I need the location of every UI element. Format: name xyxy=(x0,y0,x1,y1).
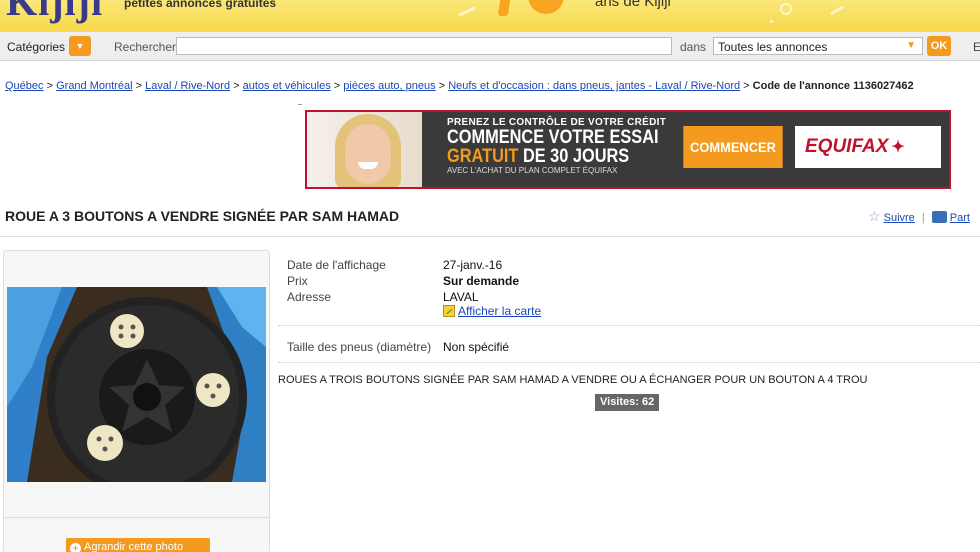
breadcrumb-separator: > xyxy=(46,80,54,92)
tire-size-value: Non spécifié xyxy=(443,340,510,354)
header-decoration xyxy=(458,6,476,17)
price-value: Sur demande xyxy=(443,274,520,288)
search-input[interactable] xyxy=(176,37,672,55)
divider xyxy=(278,325,980,326)
show-map-link[interactable]: Afficher la carte xyxy=(443,304,541,318)
ad-highlight: GRATUIT xyxy=(447,146,519,167)
chevron-down-icon: ▼ xyxy=(75,41,85,51)
tire-size-label: Taille des pneus (diamètre) xyxy=(287,340,432,354)
search-submit-button[interactable]: OK xyxy=(927,36,951,56)
listing-description: ROUES A TROIS BOUTONS SIGNÉE PAR SAM HAM… xyxy=(278,374,868,386)
header-decoration xyxy=(770,20,773,23)
breadcrumb: Québec > Grand Montréal > Laval / Rive-N… xyxy=(5,80,914,92)
header-decoration xyxy=(497,0,513,16)
ad-brand-name: EQUIFAX xyxy=(805,136,889,157)
maple-leaf-icon: ✦ xyxy=(891,139,905,156)
scope-value: Toutes les annonces xyxy=(718,40,828,54)
breadcrumb-separator: > xyxy=(233,80,240,92)
chevron-down-icon: ▼ xyxy=(906,40,916,51)
show-map-label[interactable]: Afficher la carte xyxy=(458,304,541,318)
search-label: Rechercher xyxy=(114,40,177,54)
header-decoration xyxy=(780,3,792,15)
divider: | xyxy=(921,212,925,224)
ad-headline: COMMENCE VOTRE ESSAI xyxy=(447,127,659,148)
share-icon[interactable] xyxy=(931,211,947,223)
extra-nav-item[interactable]: E xyxy=(973,40,980,54)
ad-headline-rest: DE 30 JOURS xyxy=(518,146,630,167)
header-decoration xyxy=(528,0,564,14)
star-icon[interactable]: ☆ xyxy=(868,208,881,224)
divider xyxy=(278,362,980,363)
breadcrumb-separator: > xyxy=(135,80,143,92)
address-value: LAVAL xyxy=(443,290,479,304)
map-icon xyxy=(443,305,455,317)
in-label: dans xyxy=(680,40,707,54)
breadcrumb-link[interactable]: Neufs et d'occasion : dans pneus, jantes… xyxy=(448,80,740,92)
kijiji-logo[interactable]: Kijiji xyxy=(6,0,103,25)
divider xyxy=(298,104,302,105)
scope-select[interactable]: Toutes les annonces ▼ xyxy=(713,37,923,55)
ad-text: PRENEZ LE CONTRÔLE DE VOTRE CRÉDIT COMME… xyxy=(447,117,693,175)
ad-portrait-image xyxy=(307,112,422,187)
search-bar: Catégories ▼ Rechercher dans Toutes les … xyxy=(0,31,980,61)
divider xyxy=(4,517,269,518)
magnify-icon: + xyxy=(70,543,81,552)
categories-label[interactable]: Catégories xyxy=(7,40,65,54)
enlarge-photo-button[interactable]: + Agrandir cette photo xyxy=(66,538,210,552)
breadcrumb-separator: > xyxy=(743,80,750,92)
share-link[interactable]: Part xyxy=(950,212,970,224)
ad-code: Code de l'annonce 1136027462 xyxy=(752,80,914,92)
categories-dropdown-button[interactable]: ▼ xyxy=(69,36,91,56)
visits-badge: Visites: 62 xyxy=(595,394,660,411)
site-header: Kijiji petites annonces gratuites ans de… xyxy=(0,0,980,31)
ad-cta-button[interactable]: COMMENCER xyxy=(683,126,783,168)
listing-title: ROUE A 3 BOUTONS A VENDRE SIGNÉE PAR SAM… xyxy=(5,208,400,224)
divider xyxy=(0,236,980,237)
breadcrumb-link[interactable]: pièces auto, pneus xyxy=(343,80,435,92)
ad-headline: GRATUIT DE 30 JOURS xyxy=(447,147,659,166)
breadcrumb-separator: > xyxy=(333,80,341,92)
listing-photo[interactable] xyxy=(7,287,266,482)
wheel-photo-image xyxy=(7,287,266,482)
breadcrumb-link[interactable]: autos et véhicules xyxy=(243,80,331,92)
ad-banner[interactable]: PRENEZ LE CONTRÔLE DE VOTRE CRÉDIT COMME… xyxy=(305,110,951,189)
date-value: 27-janv.-16 xyxy=(443,258,503,272)
breadcrumb-link[interactable]: Québec xyxy=(5,80,44,92)
header-decoration xyxy=(830,5,844,16)
ad-fineprint: AVEC L'ACHAT DU PLAN COMPLET ÉQUIFAX xyxy=(447,166,618,175)
price-label: Prix xyxy=(287,274,308,288)
follow-link[interactable]: Suivre xyxy=(884,212,915,224)
enlarge-photo-label: Agrandir cette photo xyxy=(84,541,184,552)
ad-brand-logo: EQUIFAX ✦ xyxy=(795,126,941,168)
breadcrumb-separator: > xyxy=(438,80,446,92)
anniversary-text: ans de Kijiji xyxy=(595,0,671,10)
breadcrumb-link[interactable]: Laval / Rive-Nord xyxy=(145,80,230,92)
date-label: Date de l'affichage xyxy=(287,258,386,272)
breadcrumb-link[interactable]: Grand Montréal xyxy=(56,80,132,92)
photo-panel: + Agrandir cette photo xyxy=(3,250,270,552)
site-tagline: petites annonces gratuites xyxy=(124,0,277,10)
address-label: Adresse xyxy=(287,290,332,304)
listing-actions: ☆ Suivre | Part xyxy=(868,208,970,225)
